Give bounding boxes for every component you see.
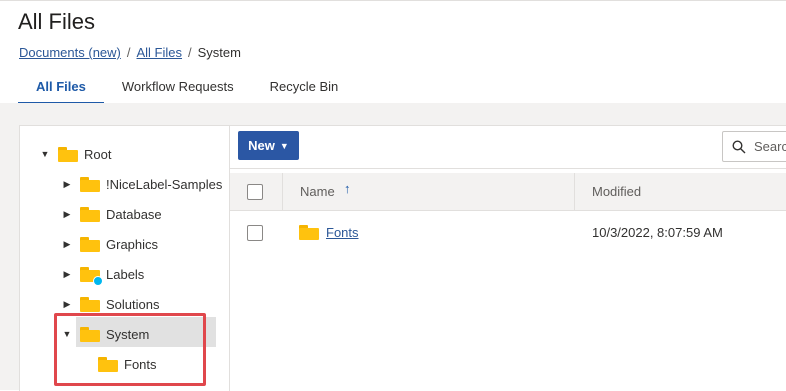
tree-item-nicelabel-samples[interactable]: ▶ !NiceLabel-Samples [62,171,222,197]
search-icon [732,139,746,153]
tree-item-label: !NiceLabel-Samples [106,176,223,192]
folder-icon [58,146,78,162]
select-all-checkbox[interactable] [247,184,263,200]
caret-right-icon[interactable]: ▶ [62,269,72,280]
file-name-link[interactable]: Fonts [326,225,359,240]
breadcrumb-documents-link[interactable]: Documents (new) [19,45,121,60]
tree-item-label: Root [84,146,112,162]
new-button-label: New [248,138,275,153]
table-row[interactable]: Fonts 10/3/2022, 8:07:59 AM [230,211,786,255]
table-header: Name ↑ Modified [230,173,786,211]
folder-tree: ▼ Root ▶ !NiceLabel-Samples ▶ Database ▶… [19,125,231,391]
page-header: All Files Documents (new) / All Files / Syst… [0,0,786,104]
tree-item-label: Solutions [106,296,160,312]
tree-item-root[interactable]: ▼ Root [40,141,111,167]
folder-icon [80,176,100,192]
tree-item-database[interactable]: ▶ Database [62,201,162,227]
breadcrumb-separator: / [126,45,131,60]
column-divider [574,173,575,210]
search-box[interactable] [722,131,786,162]
tab-workflow-requests[interactable]: Workflow Requests [104,70,252,104]
folder-icon [299,225,319,240]
modified-date: 10/3/2022, 8:07:59 AM [592,225,723,240]
tab-all-files[interactable]: All Files [18,70,104,104]
toolbar: New ▼ [230,126,786,169]
caret-right-icon[interactable]: ▶ [62,239,72,250]
file-list-panel: New ▼ Name ↑ Modified Fonts [229,125,786,391]
breadcrumb-separator: / [188,45,192,60]
column-header-modified[interactable]: Modified [592,184,641,199]
chevron-down-icon: ▼ [279,140,289,151]
sort-ascending-icon[interactable]: ↑ [344,181,351,196]
caret-down-icon[interactable]: ▼ [40,149,50,159]
caret-right-icon[interactable]: ▶ [62,209,72,220]
folder-status-icon [80,266,103,286]
search-input[interactable] [754,139,786,154]
folder-icon [80,236,100,252]
tree-item-label: Labels [106,266,145,282]
tab-recycle-bin[interactable]: Recycle Bin [252,70,357,104]
breadcrumb-current: System [197,45,241,60]
caret-right-icon[interactable]: ▶ [62,299,72,310]
tree-item-labels[interactable]: ▶ Labels [62,261,144,287]
column-header-name[interactable]: Name [300,184,335,199]
tab-bar: All Files Workflow Requests Recycle Bin [18,70,356,104]
highlight-annotation [54,313,206,386]
tree-item-label: Graphics [106,236,159,252]
breadcrumb: Documents (new) / All Files / System [19,45,241,60]
page-title: All Files [18,9,96,34]
tree-item-graphics[interactable]: ▶ Graphics [62,231,158,257]
breadcrumb-all-files-link[interactable]: All Files [137,45,183,60]
tree-item-label: Database [106,206,162,222]
new-button[interactable]: New ▼ [238,131,299,160]
column-divider [282,173,283,210]
content-area: ▼ Root ▶ !NiceLabel-Samples ▶ Database ▶… [0,103,786,391]
folder-icon [80,296,100,312]
caret-right-icon[interactable]: ▶ [62,179,72,190]
row-checkbox[interactable] [247,225,263,241]
folder-icon [80,206,100,222]
